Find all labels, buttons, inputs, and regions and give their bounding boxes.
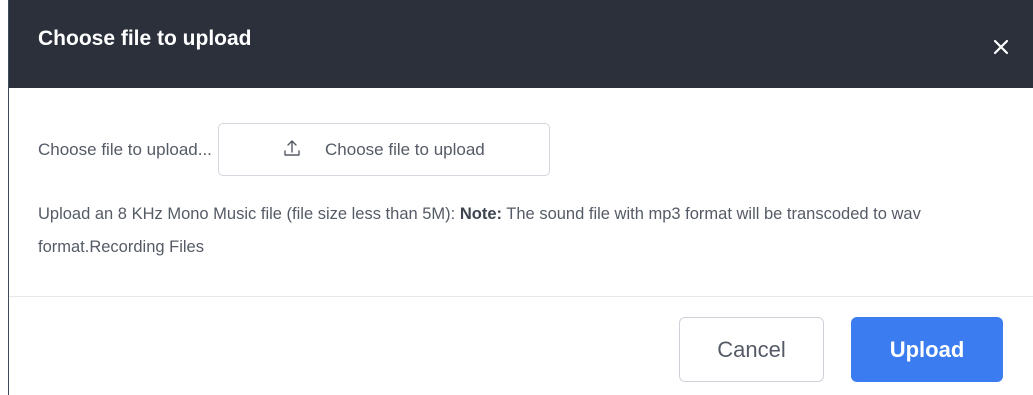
file-row: Choose file to upload... Choose file to … — [38, 123, 1004, 176]
file-label: Choose file to upload... — [38, 139, 212, 159]
choose-file-button-label: Choose file to upload — [325, 139, 485, 159]
dialog-body: Choose file to upload... Choose file to … — [9, 88, 1033, 297]
choose-file-button[interactable]: Choose file to upload — [217, 123, 550, 176]
help-text: Upload an 8 KHz Mono Music file (file si… — [38, 198, 998, 264]
dialog-title: Choose file to upload — [38, 27, 252, 50]
close-icon — [992, 38, 1010, 56]
dialog-footer: Cancel Upload — [9, 297, 1033, 382]
upload-dialog: Choose file to upload Choose file to upl… — [8, 0, 1033, 395]
upload-button[interactable]: Upload — [851, 317, 1003, 382]
close-button[interactable] — [987, 33, 1015, 61]
cancel-button[interactable]: Cancel — [679, 317, 824, 382]
upload-icon — [283, 139, 301, 157]
help-text-prefix: Upload an 8 KHz Mono Music file (file si… — [38, 205, 460, 223]
dialog-header: Choose file to upload — [9, 0, 1033, 88]
note-label: Note: — [459, 205, 503, 223]
